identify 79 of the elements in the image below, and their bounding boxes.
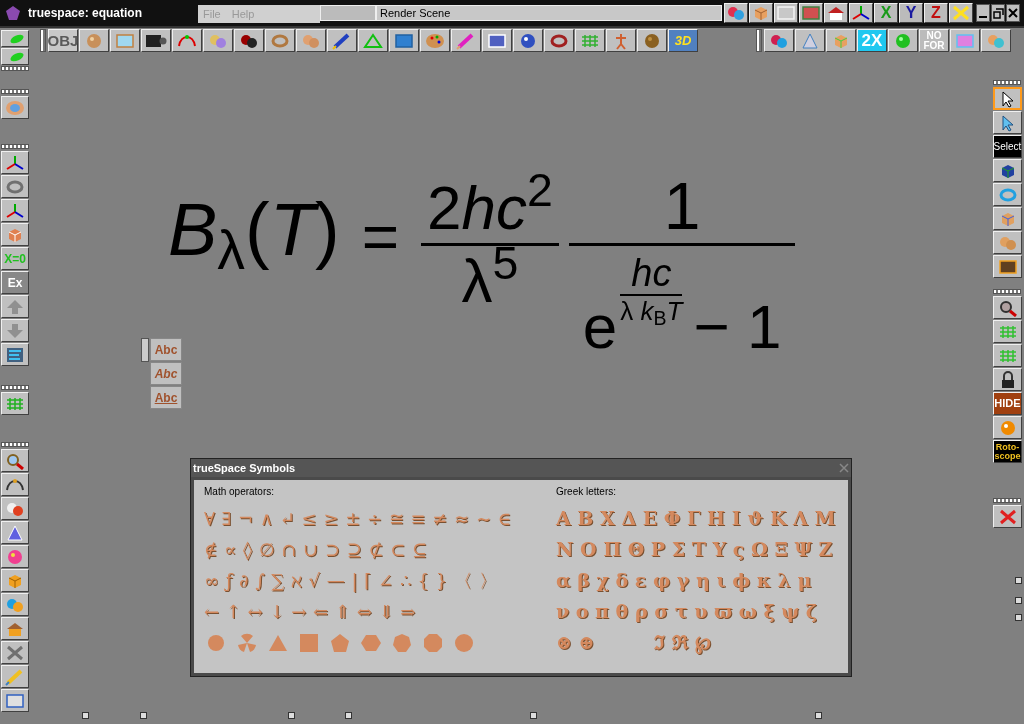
- equation-term: − 1: [693, 296, 782, 358]
- toolbar-handle[interactable]: [993, 498, 1021, 503]
- triangle-icon: [362, 31, 384, 50]
- axes-icon: [4, 153, 26, 172]
- symbol-row[interactable]: ∉ ∝ ◊ ∅ ∩ ∪ ⊃ ⊇ ⊄ ⊂ ⊆: [204, 536, 428, 563]
- toolbar-handle[interactable]: [1, 385, 29, 390]
- toolbar-handle[interactable]: [1, 66, 29, 71]
- symbol-row[interactable]: Α Β Χ Δ Ε Φ Γ Η Ι ϑ Κ Λ Μ: [556, 504, 836, 533]
- toolbar-button[interactable]: Roto-scope: [993, 440, 1022, 463]
- gem-icon: [6, 6, 20, 20]
- toolbar-button[interactable]: HIDE: [993, 392, 1022, 415]
- group-label: Greek letters:: [556, 485, 618, 499]
- equals-sign: =: [361, 205, 399, 269]
- toolbar-button[interactable]: Abc: [150, 362, 182, 385]
- symbol-row[interactable]: ∀ ∃ ¬ ∧ ↵ ≤ ≥ ± ÷ ≅ ≡ ≠ ≈ ~ ∈: [204, 505, 512, 532]
- symbol-row[interactable]: α β χ δ ε φ γ η ι ϕ κ λ μ: [556, 566, 812, 595]
- toolbar-handle[interactable]: [993, 80, 1021, 85]
- frame-icon: [775, 4, 797, 22]
- numerator: 1: [663, 173, 701, 239]
- toolbar-handle[interactable]: [141, 338, 149, 362]
- toolbar-button[interactable]: Select: [993, 135, 1022, 158]
- palette-icon: [424, 31, 446, 50]
- minimized-toolbar-icon[interactable]: [1015, 577, 1022, 584]
- minimized-toolbar-icon[interactable]: [530, 712, 537, 719]
- screen-icon: [800, 4, 822, 22]
- minimized-toolbar-icon[interactable]: [140, 712, 147, 719]
- symbol-row[interactable]: ⊗ ⊕: [556, 628, 595, 657]
- symbol-row[interactable]: ← ↑ ↔ ↓ → ⇐ ⇑ ⇔ ⇓ ⇒: [204, 598, 416, 625]
- frame-icon: [114, 31, 136, 50]
- symbol-row[interactable]: ν ο π θ ρ σ τ υ ϖ ω ξ ψ ζ: [556, 597, 817, 626]
- close-button[interactable]: [1006, 4, 1020, 22]
- minimized-toolbar-icon[interactable]: [82, 712, 89, 719]
- exponent-denominator: λ k$_{B}$T: [620, 298, 683, 324]
- status-field: [320, 5, 376, 21]
- toolbar-handle[interactable]: [1, 89, 29, 94]
- symbol-row[interactable]: ∞ ƒ ∂ ∫ ∑ ℵ √ — | ⌈ ∠ ∴ { } 〈 〉: [204, 567, 498, 594]
- toolbar-button[interactable]: Abc: [150, 386, 182, 409]
- minimize-button[interactable]: [976, 4, 990, 22]
- cross-icon: [950, 4, 972, 22]
- toolbar-button[interactable]: Ex: [1, 271, 29, 294]
- close-icon: [1008, 8, 1018, 18]
- toolbar-button[interactable]: 2X: [857, 29, 887, 52]
- minimized-toolbar-icon[interactable]: [288, 712, 295, 719]
- symbol-row[interactable]: ℑ ℜ ℘: [654, 628, 711, 657]
- toolbar-handle[interactable]: [1, 442, 29, 447]
- minimized-toolbar-icon[interactable]: [1015, 614, 1022, 621]
- cone-icon: [4, 523, 26, 542]
- toolbar-button[interactable]: 3D: [668, 29, 698, 52]
- symbol-row[interactable]: Ν Ο Π Θ Ρ Σ Τ Υ ς Ω Ξ Ψ Ζ: [556, 535, 833, 564]
- window-title: truespace: equation: [28, 5, 144, 22]
- exponential-base: e: [582, 296, 618, 358]
- minimized-toolbar-icon[interactable]: [815, 712, 822, 719]
- plane-icon: [393, 31, 415, 50]
- toolbar-button[interactable]: X=0: [1, 247, 29, 270]
- toolbar-handle[interactable]: [40, 29, 46, 52]
- axes-icon: [850, 4, 872, 22]
- restore-icon: [992, 7, 1004, 19]
- toolbar-button[interactable]: X: [874, 3, 898, 23]
- toolbar-button[interactable]: Y: [899, 3, 923, 23]
- axes-icon: [4, 201, 26, 220]
- toolbar-handle[interactable]: [993, 289, 1021, 294]
- toolbar-button[interactable]: Z: [924, 3, 948, 23]
- minimized-toolbar-icon[interactable]: [345, 712, 352, 719]
- window-title: trueSpace Symbols: [193, 460, 296, 476]
- target-icon: [4, 98, 26, 117]
- toolbar-button[interactable]: [993, 87, 1022, 110]
- exponent-numerator: hc: [631, 254, 672, 292]
- numerator-coefficient: 2: [427, 177, 462, 239]
- toolbar-button[interactable]: Abc: [150, 338, 182, 361]
- toolbar-handle[interactable]: [1, 144, 29, 149]
- toolbar-handle[interactable]: [756, 29, 762, 52]
- toolbar-button[interactable]: NO FOR: [919, 29, 949, 52]
- magnifier-icon: [4, 451, 26, 470]
- render-field[interactable]: Render Scene: [376, 5, 722, 21]
- restore-button[interactable]: [991, 4, 1005, 22]
- minimize-icon: [979, 16, 987, 18]
- group-label: Math operators:: [204, 485, 276, 499]
- list-icon: [4, 345, 26, 364]
- minimized-toolbar-icon[interactable]: [1015, 597, 1022, 604]
